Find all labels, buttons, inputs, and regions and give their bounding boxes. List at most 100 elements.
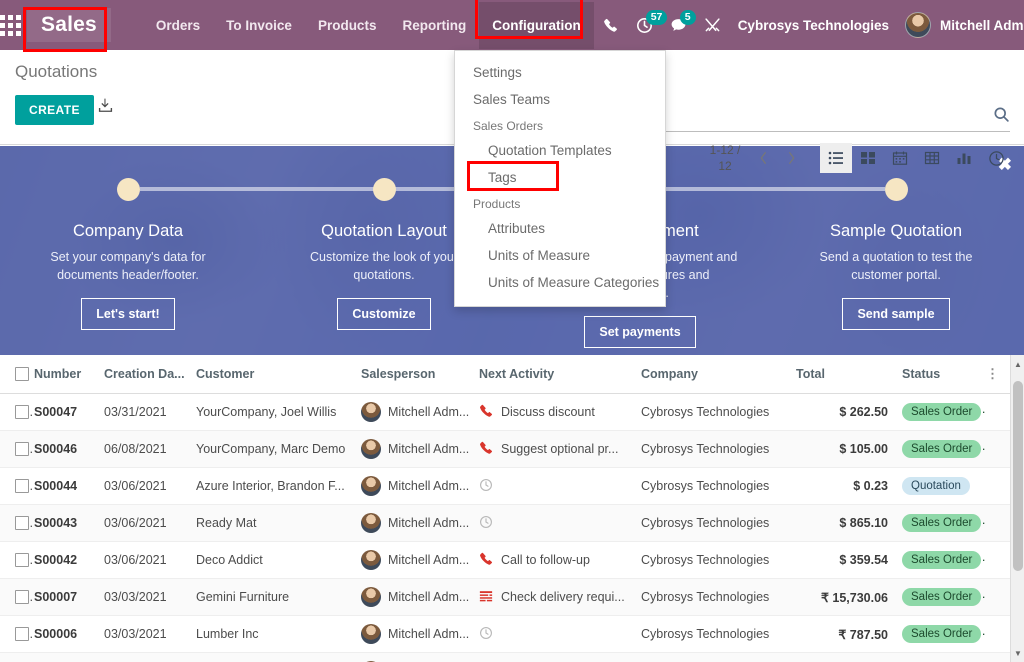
- nav-item-to-invoice[interactable]: To Invoice: [213, 2, 305, 49]
- phone-icon[interactable]: [594, 0, 628, 50]
- status-badge: Sales Order: [902, 403, 982, 421]
- user-name-label: Mitchell Admin: [939, 17, 1024, 33]
- page-title: Quotations: [15, 62, 98, 81]
- lets-start-button[interactable]: Let's start!: [81, 298, 175, 330]
- clock-icon: [479, 515, 493, 532]
- cell-customer: Gemini Furniture: [196, 578, 361, 616]
- table-row[interactable]: S00044 03/06/2021 Azure Interior, Brandon …: [0, 467, 1010, 505]
- clock-activity-icon[interactable]: 57: [628, 0, 668, 50]
- nav-item-reporting[interactable]: Reporting: [389, 2, 479, 49]
- column-header-status[interactable]: Status: [894, 355, 986, 394]
- column-options-icon[interactable]: ⋮: [986, 355, 1010, 394]
- cell-salesperson: Mitchell Adm...: [361, 504, 479, 542]
- select-all-checkbox[interactable]: [15, 367, 29, 382]
- step-title: Quotation Layout: [321, 222, 447, 240]
- scroll-down-icon[interactable]: ▼: [1011, 646, 1024, 660]
- search-icon[interactable]: [987, 106, 1010, 128]
- apps-grid-icon[interactable]: [0, 0, 21, 50]
- phone-icon: [479, 404, 493, 421]
- column-header-customer[interactable]: Customer: [196, 355, 361, 394]
- table-row[interactable]: S00042 03/06/2021 Deco Addict Mitchell Adm.…: [0, 541, 1010, 579]
- avatar: [361, 550, 381, 570]
- chat-bubble-icon[interactable]: 5: [662, 0, 696, 50]
- list-view-icon[interactable]: [820, 143, 852, 173]
- row-checkbox[interactable]: [15, 479, 29, 494]
- company-switcher[interactable]: Cybrosys Technologies: [730, 18, 901, 33]
- cell-salesperson: Mitchell Adm...: [361, 541, 479, 579]
- scroll-up-icon[interactable]: ▲: [1011, 357, 1024, 371]
- cell-status: Quotation: [894, 467, 986, 505]
- view-switcher: [820, 143, 1012, 173]
- table-row[interactable]: S0000403/03/2021Gemini FurnitureMitchell…: [0, 652, 1010, 662]
- row-checkbox[interactable]: [15, 553, 29, 568]
- menu-item-attributes[interactable]: Attributes: [455, 215, 665, 242]
- pivot-view-icon[interactable]: [916, 143, 948, 173]
- wrench-tools-icon[interactable]: [696, 0, 730, 50]
- cell-next-activity: Check delivery requi...: [479, 578, 641, 616]
- row-select-cell: [0, 393, 34, 431]
- nav-item-orders[interactable]: Orders: [143, 2, 213, 49]
- cell-status: Sales Order: [894, 578, 986, 616]
- activity-view-icon[interactable]: [980, 143, 1012, 173]
- status-badge: Sales Order: [902, 440, 982, 458]
- table-row[interactable]: S00047 03/31/2021 YourCompany, Joel Willis…: [0, 393, 1010, 431]
- menu-item-tags[interactable]: Tags: [455, 164, 665, 191]
- table-row[interactable]: S00043 03/06/2021 Ready Mat Mitchell Adm...…: [0, 504, 1010, 542]
- upload-import-icon[interactable]: [97, 97, 114, 119]
- row-checkbox[interactable]: [15, 516, 29, 531]
- cell-options: [986, 578, 1010, 616]
- vertical-scrollbar[interactable]: ▲ ▼: [1010, 355, 1024, 662]
- menu-item-settings[interactable]: Settings: [455, 59, 665, 86]
- column-header-total[interactable]: Total: [796, 355, 894, 394]
- app-brand-sales[interactable]: Sales: [27, 8, 111, 42]
- row-checkbox[interactable]: [15, 627, 29, 642]
- menu-item-sales-teams[interactable]: Sales Teams: [455, 86, 665, 113]
- pager-previous-button[interactable]: [750, 144, 776, 172]
- avatar: [361, 587, 381, 607]
- step-dot-icon: [372, 178, 396, 201]
- set-payments-button[interactable]: Set payments: [584, 316, 696, 348]
- odoo-sales-quotations-page: Sales Orders To Invoice Products Reporti…: [0, 0, 1024, 662]
- configuration-wrap: Configuration: [475, 0, 594, 49]
- column-header-company[interactable]: Company: [641, 355, 796, 394]
- menu-item-quotation-templates[interactable]: Quotation Templates: [455, 137, 665, 164]
- customize-button[interactable]: Customize: [337, 298, 431, 330]
- calendar-view-icon[interactable]: [884, 143, 916, 173]
- cell-number: S00007: [34, 578, 104, 616]
- column-header-number[interactable]: Number: [34, 355, 104, 394]
- menu-item-units-of-measure[interactable]: Units of Measure: [455, 242, 665, 269]
- table-row[interactable]: S00007 03/03/2021 Gemini Furniture Mitchell…: [0, 578, 1010, 616]
- cell-salesperson: Mitchell Adm...: [361, 615, 479, 653]
- select-all-header: [0, 355, 34, 394]
- row-checkbox[interactable]: [15, 590, 29, 605]
- create-button[interactable]: CREATE: [15, 95, 94, 125]
- row-checkbox[interactable]: [15, 405, 29, 420]
- table-row[interactable]: S00046 06/08/2021 YourCompany, Marc Demo Mi…: [0, 430, 1010, 468]
- table-row[interactable]: S00006 03/03/2021 Lumber Inc Mitchell Adm..…: [0, 615, 1010, 653]
- graph-view-icon[interactable]: [948, 143, 980, 173]
- cell-creation-date: 03/06/2021: [104, 541, 196, 579]
- cell-options: [986, 541, 1010, 579]
- cell-status: Sales Order: [894, 652, 986, 662]
- user-menu[interactable]: Mitchell Admin: [901, 12, 1024, 38]
- kanban-view-icon[interactable]: [852, 143, 884, 173]
- column-header-next-activity[interactable]: Next Activity: [479, 355, 641, 394]
- cell-total: ₹ 787.50: [796, 615, 894, 653]
- activity-label: Discuss discount: [501, 405, 595, 419]
- cell-next-activity: [479, 467, 641, 505]
- cell-total: $ 359.54: [796, 541, 894, 579]
- nav-item-products[interactable]: Products: [305, 2, 390, 49]
- cell-creation-date: 03/06/2021: [104, 467, 196, 505]
- cell-status: Sales Order: [894, 541, 986, 579]
- send-sample-button[interactable]: Send sample: [842, 298, 950, 330]
- status-badge: Quotation: [902, 477, 970, 495]
- scrollbar-thumb[interactable]: [1013, 381, 1023, 571]
- cell-customer: YourCompany, Marc Demo: [196, 430, 361, 468]
- cell-status: Sales Order: [894, 615, 986, 653]
- menu-item-units-of-measure-categories[interactable]: Units of Measure Categories: [455, 269, 665, 296]
- nav-item-configuration[interactable]: Configuration: [479, 1, 594, 49]
- column-header-creation-date[interactable]: Creation Da...: [104, 355, 196, 394]
- row-checkbox[interactable]: [15, 442, 29, 457]
- column-header-salesperson[interactable]: Salesperson: [361, 355, 479, 394]
- pager-next-button[interactable]: [778, 144, 804, 172]
